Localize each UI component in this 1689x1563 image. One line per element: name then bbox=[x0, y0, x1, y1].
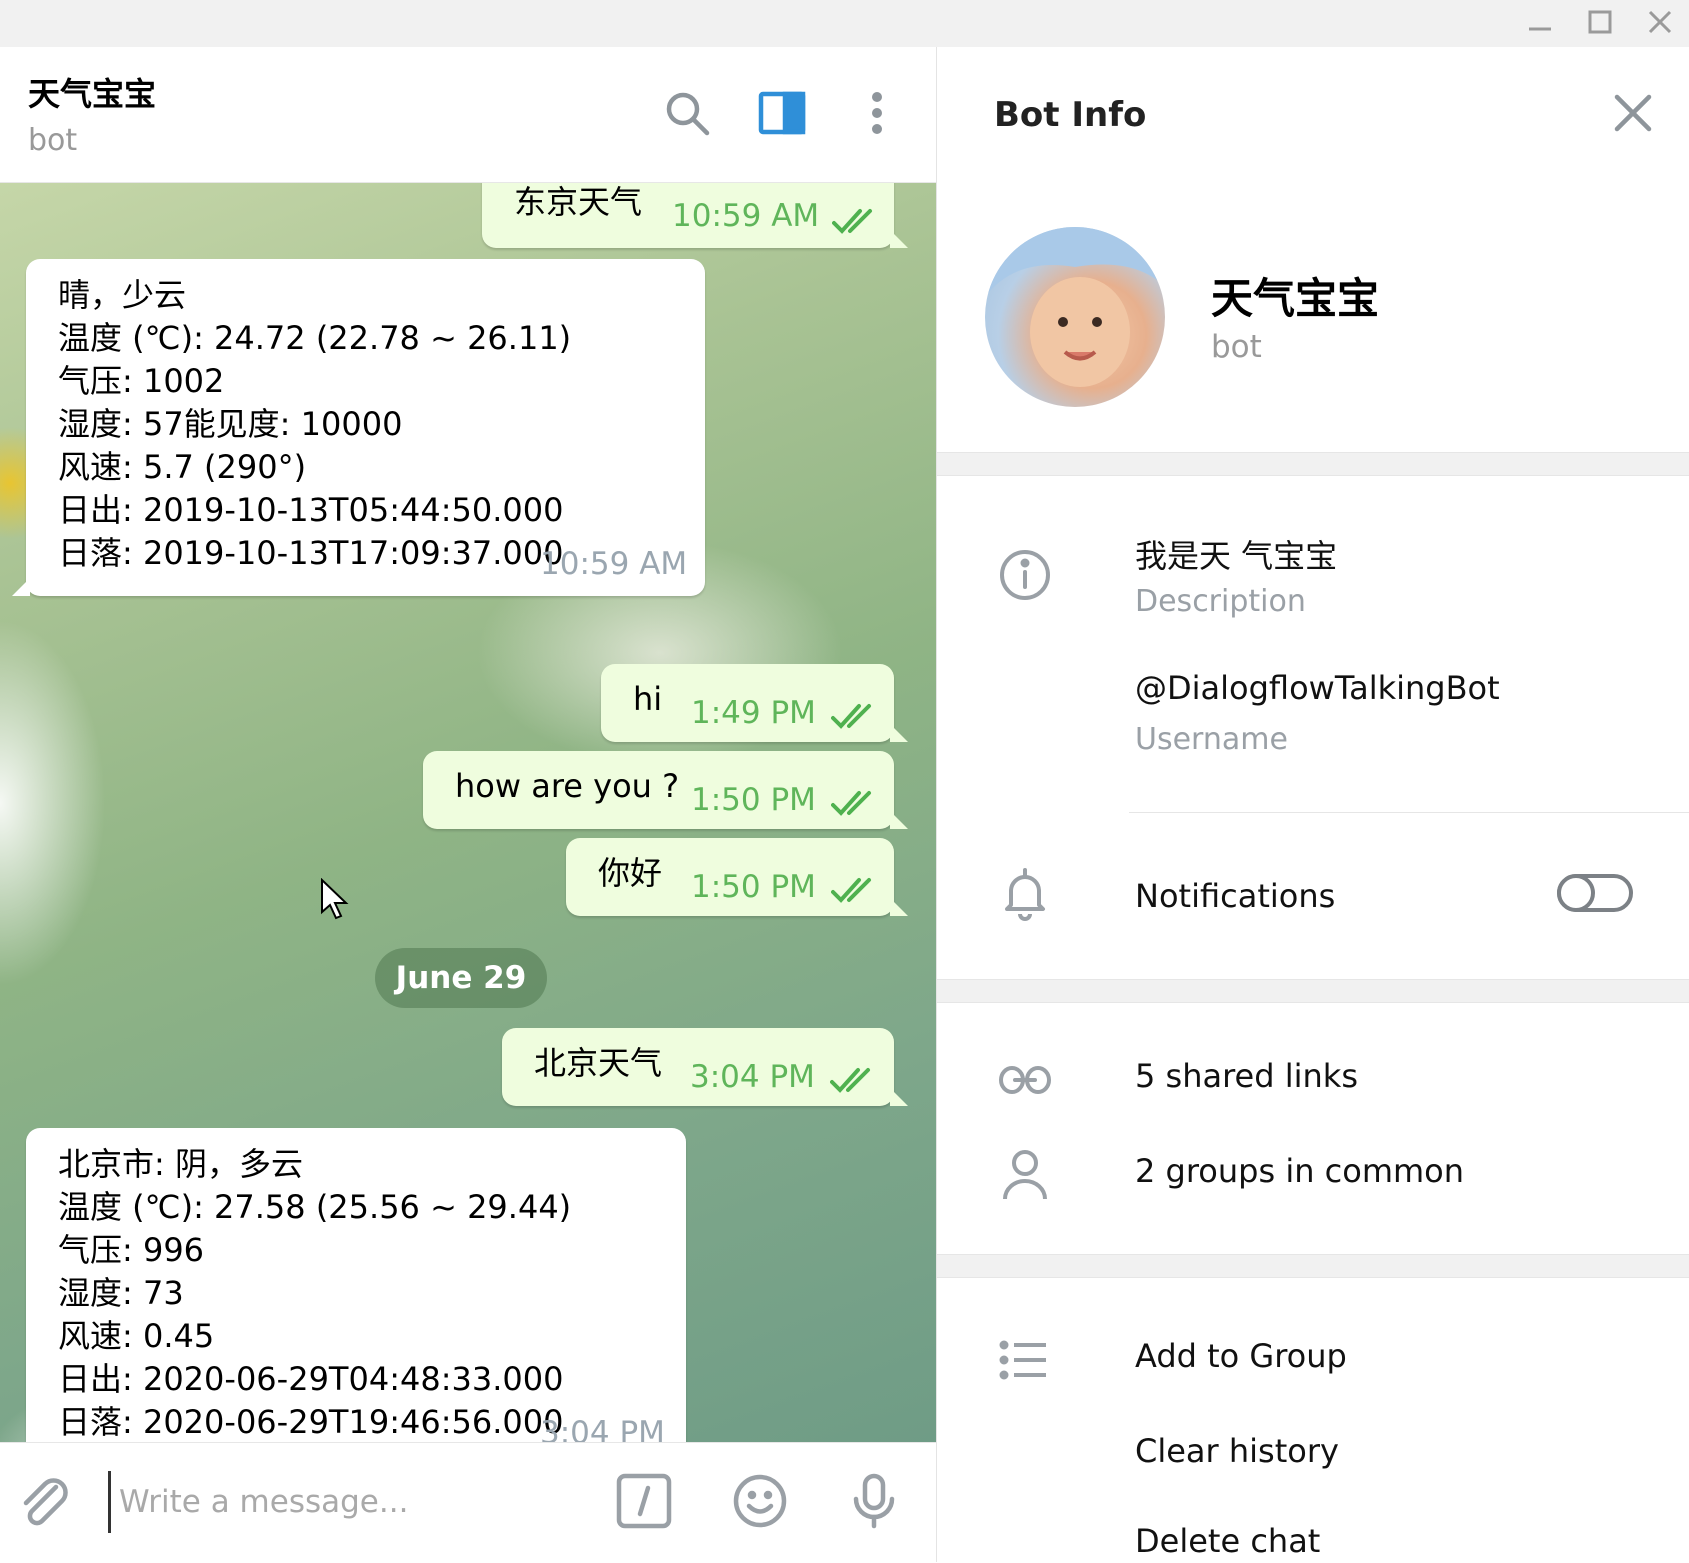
message-time: 1:50 PM bbox=[691, 782, 816, 818]
groups-in-common-item[interactable]: 2 groups in common bbox=[1135, 1152, 1464, 1190]
minimize-icon bbox=[1527, 9, 1553, 39]
chat-title[interactable]: 天气宝宝 bbox=[28, 69, 156, 115]
message-line: 气压: 1002 bbox=[58, 362, 225, 400]
description-label: Description bbox=[1135, 584, 1306, 619]
message-line: 日落: 2020-06-29T19:46:56.000 bbox=[58, 1403, 564, 1441]
panel-title: Bot Info bbox=[994, 95, 1147, 135]
message-line: 日出: 2019-10-13T05:44:50.000 bbox=[58, 491, 564, 529]
message-line: 日出: 2020-06-29T04:48:33.000 bbox=[58, 1360, 564, 1398]
toggle-info-panel-button[interactable] bbox=[754, 87, 810, 143]
section-divider bbox=[937, 1254, 1689, 1278]
emoji-icon bbox=[732, 1473, 788, 1533]
double-check-icon bbox=[830, 1062, 876, 1093]
message-bubble-outgoing[interactable]: how are you ? 1:50 PM bbox=[423, 751, 908, 829]
message-line: 日落: 2019-10-13T17:09:37.000 bbox=[58, 534, 564, 572]
message-line: 湿度: 57能见度: 10000 bbox=[58, 405, 403, 443]
microphone-icon bbox=[846, 1473, 902, 1533]
avatar[interactable] bbox=[985, 227, 1165, 407]
double-check-icon bbox=[831, 872, 877, 903]
window-titlebar bbox=[0, 0, 1689, 47]
separator-line bbox=[1129, 812, 1689, 813]
double-check-icon bbox=[831, 698, 877, 729]
section-divider bbox=[937, 979, 1689, 1003]
search-button[interactable] bbox=[659, 87, 715, 143]
bot-command-button[interactable] bbox=[612, 1471, 676, 1535]
message-time: 3:04 PM bbox=[540, 1415, 665, 1442]
message-bubble-incoming[interactable]: 晴，少云 温度 (℃): 24.72 (22.78 ~ 26.11) 气压: 1… bbox=[12, 259, 705, 596]
notifications-label: Notifications bbox=[1135, 877, 1336, 915]
cursor-icon bbox=[321, 878, 349, 920]
message-line: 风速: 0.45 bbox=[58, 1317, 215, 1355]
voice-record-button[interactable] bbox=[842, 1471, 906, 1535]
close-icon bbox=[1647, 9, 1673, 39]
message-text: how are you ? bbox=[455, 767, 680, 805]
message-line: 晴，少云 bbox=[58, 276, 187, 314]
search-icon bbox=[663, 89, 711, 141]
notifications-toggle[interactable] bbox=[1557, 874, 1633, 912]
add-to-group-button[interactable]: Add to Group bbox=[1135, 1337, 1347, 1375]
message-time: 10:59 AM bbox=[540, 546, 688, 582]
bot-name: 天气宝宝 bbox=[1211, 274, 1380, 323]
attach-icon bbox=[16, 1473, 72, 1533]
double-check-icon bbox=[831, 785, 877, 816]
bot-username[interactable]: @DialogflowTalkingBot bbox=[1135, 669, 1500, 707]
message-text: 东京天气 bbox=[514, 183, 643, 221]
shared-links-item[interactable]: 5 shared links bbox=[1135, 1057, 1358, 1095]
message-composer bbox=[0, 1442, 936, 1563]
bell-icon bbox=[997, 865, 1053, 921]
message-bubble-outgoing[interactable]: hi 1:49 PM bbox=[601, 664, 908, 742]
close-panel-button[interactable] bbox=[1605, 87, 1661, 143]
chat-subtitle: bot bbox=[28, 123, 78, 158]
message-time: 1:49 PM bbox=[691, 695, 816, 731]
close-icon bbox=[1613, 93, 1653, 137]
message-line: 温度 (℃): 27.58 (25.56 ~ 29.44) bbox=[58, 1188, 572, 1226]
message-text: 北京天气 bbox=[534, 1044, 663, 1082]
maximize-icon bbox=[1587, 9, 1613, 39]
person-icon bbox=[997, 1147, 1053, 1203]
maximize-button[interactable] bbox=[1570, 0, 1630, 47]
link-icon bbox=[997, 1052, 1053, 1108]
message-list[interactable]: 东京天气 10:59 AM 晴，少云 温度 (℃): 24.72 (22.78 … bbox=[0, 183, 936, 1442]
date-separator: June 29 bbox=[375, 948, 547, 1008]
clear-history-button[interactable]: Clear history bbox=[1135, 1432, 1339, 1470]
delete-chat-button[interactable]: Delete chat bbox=[1135, 1522, 1320, 1560]
message-line: 风速: 5.7 (290°) bbox=[58, 448, 307, 486]
chat-header: 天气宝宝 bot bbox=[0, 47, 936, 183]
message-time: 10:59 AM bbox=[672, 198, 820, 234]
message-text: 你好 bbox=[598, 854, 663, 892]
sidebar-toggle-icon bbox=[758, 91, 806, 139]
close-window-button[interactable] bbox=[1630, 0, 1689, 47]
bot-command-icon bbox=[616, 1473, 672, 1533]
message-time: 1:50 PM bbox=[691, 869, 816, 905]
double-check-icon bbox=[832, 203, 878, 234]
message-bubble-incoming[interactable]: 北京市: 阴，多云 温度 (℃): 27.58 (25.56 ~ 29.44) … bbox=[26, 1128, 686, 1442]
section-divider bbox=[937, 452, 1689, 476]
message-bubble-outgoing[interactable]: 东京天气 10:59 AM bbox=[482, 183, 908, 248]
message-input[interactable] bbox=[108, 1471, 591, 1533]
info-icon bbox=[997, 547, 1053, 603]
attach-button[interactable] bbox=[12, 1471, 76, 1535]
username-label: Username bbox=[1135, 722, 1288, 757]
message-line: 北京市: 阴，多云 bbox=[58, 1145, 303, 1183]
message-time: 3:04 PM bbox=[690, 1059, 815, 1095]
message-bubble-outgoing[interactable]: 北京天气 3:04 PM bbox=[502, 1028, 908, 1106]
message-line: 气压: 996 bbox=[58, 1231, 205, 1269]
list-icon bbox=[997, 1332, 1053, 1388]
chat-pane: 天气宝宝 bot 东京天气 10:59 AM 晴，少云 温度 (℃): 24.7… bbox=[0, 47, 936, 1563]
more-vertical-icon bbox=[867, 89, 887, 141]
bot-description[interactable]: 我是天 气宝宝 bbox=[1135, 531, 1337, 577]
more-menu-button[interactable] bbox=[849, 87, 905, 143]
minimize-button[interactable] bbox=[1510, 0, 1570, 47]
message-text: hi bbox=[633, 680, 663, 718]
emoji-button[interactable] bbox=[728, 1471, 792, 1535]
message-line: 湿度: 73 bbox=[58, 1274, 184, 1312]
message-bubble-outgoing[interactable]: 你好 1:50 PM bbox=[566, 838, 908, 916]
bot-status: bot bbox=[1211, 329, 1262, 365]
bot-info-panel: Bot Info 天气宝宝 bot 我是天 气宝宝 Description @D… bbox=[936, 47, 1689, 1562]
message-line: 温度 (℃): 24.72 (22.78 ~ 26.11) bbox=[58, 319, 572, 357]
